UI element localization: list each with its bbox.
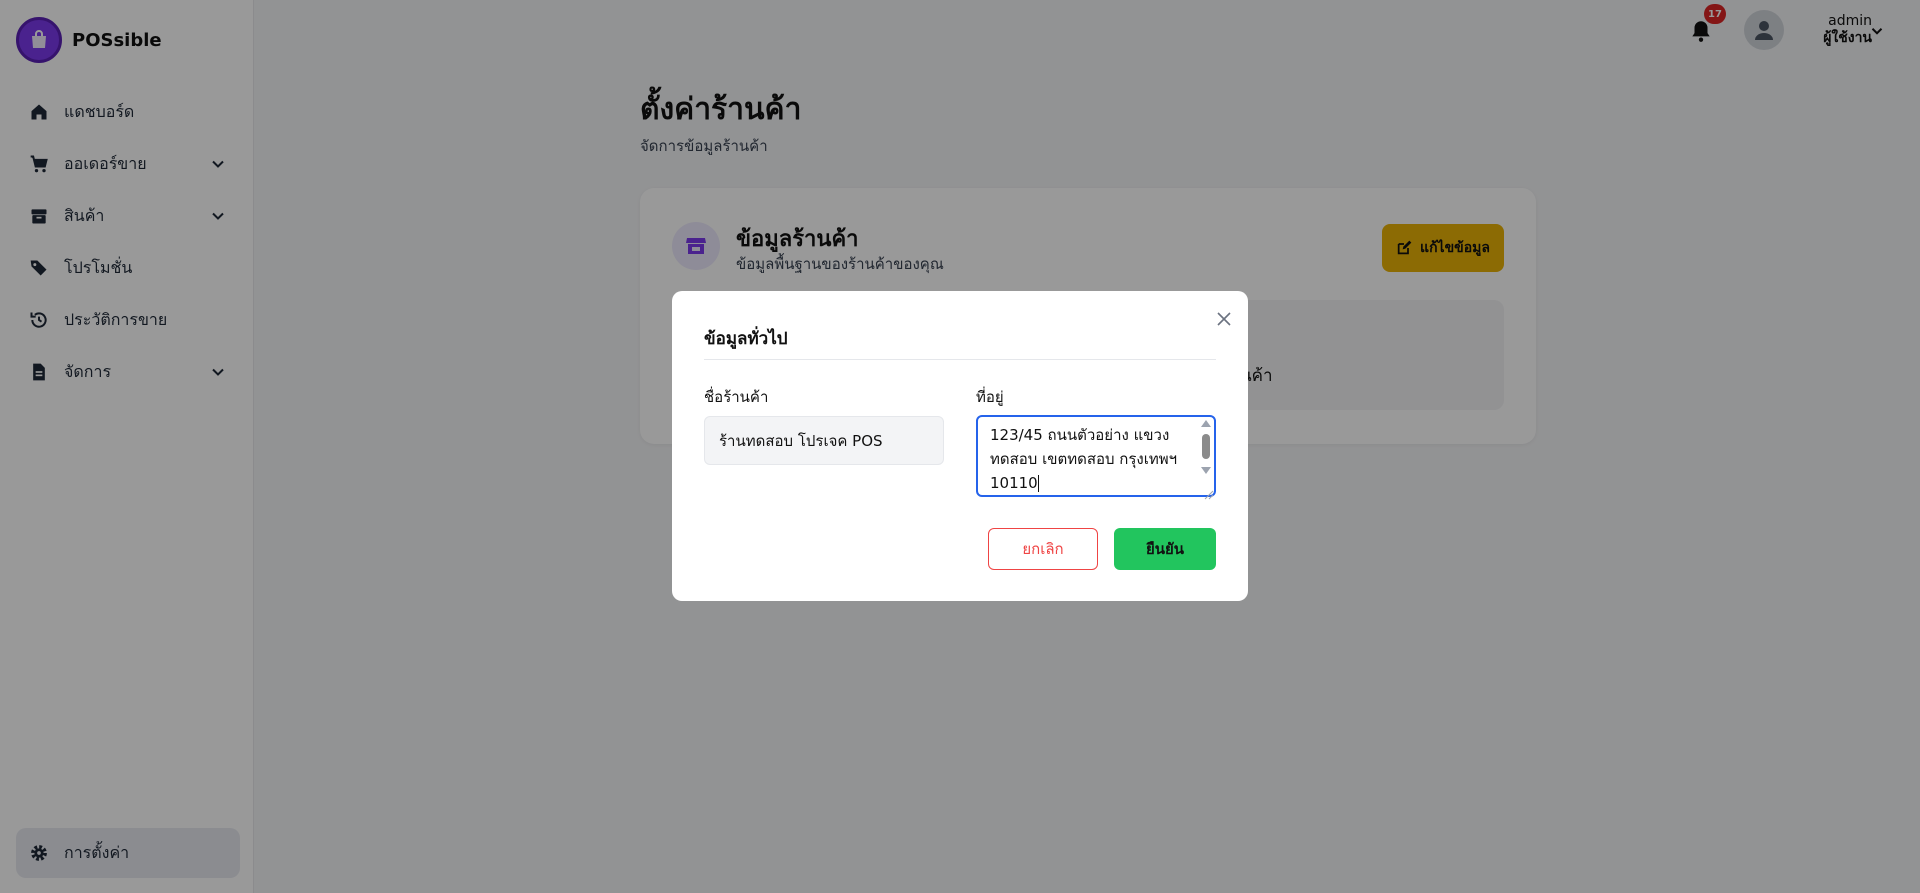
general-info-modal: ข้อมูลทั่วไป ชื่อร้านค้า ร้านทดสอบ โปรเจ… <box>672 291 1248 601</box>
text-caret <box>1037 475 1039 492</box>
resize-handle-icon[interactable] <box>1204 485 1214 500</box>
cancel-button[interactable]: ยกเลิก <box>988 528 1098 570</box>
address-textarea[interactable]: 123/45 ถนนตัวอย่าง แขวง ทดสอบ เขตทดสอบ ก… <box>976 415 1216 497</box>
address-label: ที่อยู่ <box>976 388 1004 406</box>
scrollbar-thumb[interactable] <box>1202 434 1210 459</box>
address-line: ทดสอบ เขตทดสอบ กรุงเทพฯ <box>990 450 1178 468</box>
close-icon[interactable] <box>1216 311 1232 327</box>
scroll-down-arrow-icon[interactable] <box>1201 467 1211 474</box>
store-name-label: ชื่อร้านค้า <box>704 388 769 406</box>
store-name-input[interactable]: ร้านทดสอบ โปรเจค POS <box>704 416 944 465</box>
modal-title: ข้อมูลทั่วไป <box>704 329 788 349</box>
scroll-up-arrow-icon[interactable] <box>1201 420 1211 427</box>
address-line: 123/45 ถนนตัวอย่าง แขวง <box>990 426 1170 444</box>
address-line: 10110 <box>990 474 1038 492</box>
modal-divider <box>704 359 1216 360</box>
confirm-button[interactable]: ยืนยัน <box>1114 528 1216 570</box>
